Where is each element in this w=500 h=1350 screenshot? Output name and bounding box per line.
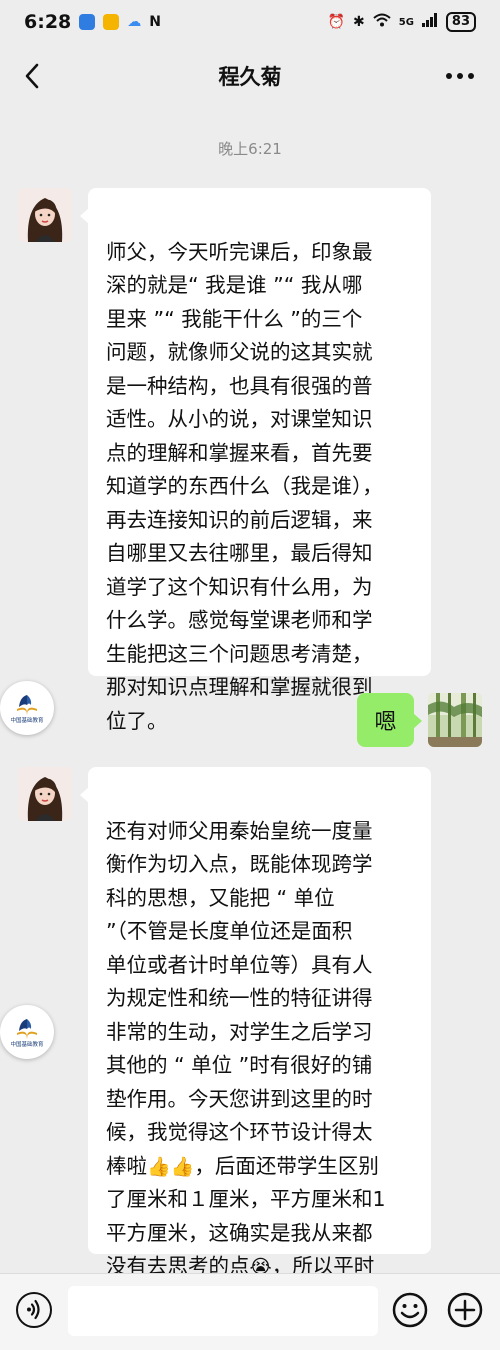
message-text: 师父，今天听完课后，印象最 深的就是“ 我是谁 ”“ 我从哪 里来 ”“ 我能干… bbox=[106, 239, 383, 733]
message-bubble[interactable]: 还有对师父用秦始皇统一度量 衡作为切入点，既能体现跨学 科的思想，又能把 “ 单… bbox=[80, 767, 431, 1312]
status-time: 6:28 bbox=[24, 11, 72, 33]
avatar[interactable] bbox=[18, 767, 72, 821]
floating-logo[interactable]: 中国基础教育 bbox=[0, 1005, 54, 1059]
avatar-woman-image bbox=[18, 767, 72, 821]
message-text-part1: 还有对师父用秦始皇统一度量 衡作为切入点，既能体现跨学 科的思想，又能把 “ 单… bbox=[106, 818, 373, 1178]
status-right: ⏰ ✱ 5G 83 bbox=[328, 12, 476, 32]
app-notification-icon bbox=[79, 14, 96, 30]
status-bar: 6:28 ☁ N ⏰ ✱ 5G 83 bbox=[0, 0, 500, 44]
chevron-left-icon bbox=[25, 63, 39, 89]
book-logo-icon bbox=[17, 694, 37, 715]
more-button[interactable] bbox=[442, 60, 478, 92]
wifi-icon bbox=[373, 13, 391, 31]
message-input[interactable] bbox=[68, 1286, 378, 1336]
plus-button[interactable] bbox=[447, 1292, 483, 1328]
message-timestamp: 晚上6:21 bbox=[218, 140, 282, 158]
voice-icon bbox=[27, 1299, 40, 1320]
mail-notification-icon bbox=[103, 14, 120, 30]
cloud-notification-icon: ☁ bbox=[127, 14, 142, 30]
back-button[interactable] bbox=[16, 60, 48, 92]
bluetooth-icon: ✱ bbox=[353, 14, 365, 30]
nav-bar: 程久菊 bbox=[0, 44, 500, 108]
message-bubble[interactable]: 师父，今天听完课后，印象最 深的就是“ 我是谁 ”“ 我从哪 里来 ”“ 我能干… bbox=[80, 188, 431, 733]
plus-icon bbox=[447, 1292, 483, 1328]
signal-icon bbox=[421, 13, 438, 31]
avatar[interactable] bbox=[18, 188, 72, 242]
avatar-woman-image bbox=[18, 188, 72, 242]
message-text: 嗯 bbox=[374, 710, 397, 735]
input-bar bbox=[0, 1273, 500, 1350]
emoji-icon bbox=[392, 1292, 428, 1328]
emoji-button[interactable] bbox=[392, 1292, 428, 1328]
network-label: 5G bbox=[398, 16, 414, 28]
status-left: 6:28 ☁ N bbox=[24, 11, 161, 33]
battery-level: 83 bbox=[445, 12, 476, 32]
thumbs-up-emoji: 👍👍 bbox=[147, 1155, 195, 1178]
logo-text: 中国基础教育 bbox=[10, 717, 44, 724]
nfc-icon: N bbox=[149, 14, 161, 30]
logo-text: 中国基础教育 bbox=[10, 1041, 44, 1048]
book-logo-icon bbox=[17, 1018, 37, 1039]
floating-logo[interactable]: 中国基础教育 bbox=[0, 681, 54, 735]
voice-button[interactable] bbox=[16, 1292, 52, 1328]
alarm-icon: ⏰ bbox=[327, 14, 345, 30]
self-avatar[interactable] bbox=[428, 693, 482, 747]
chat-title: 程久菊 bbox=[218, 65, 282, 89]
more-icon bbox=[446, 73, 474, 79]
avatar-bamboo-image bbox=[428, 693, 482, 747]
message-bubble-self[interactable]: 嗯 bbox=[357, 693, 422, 747]
